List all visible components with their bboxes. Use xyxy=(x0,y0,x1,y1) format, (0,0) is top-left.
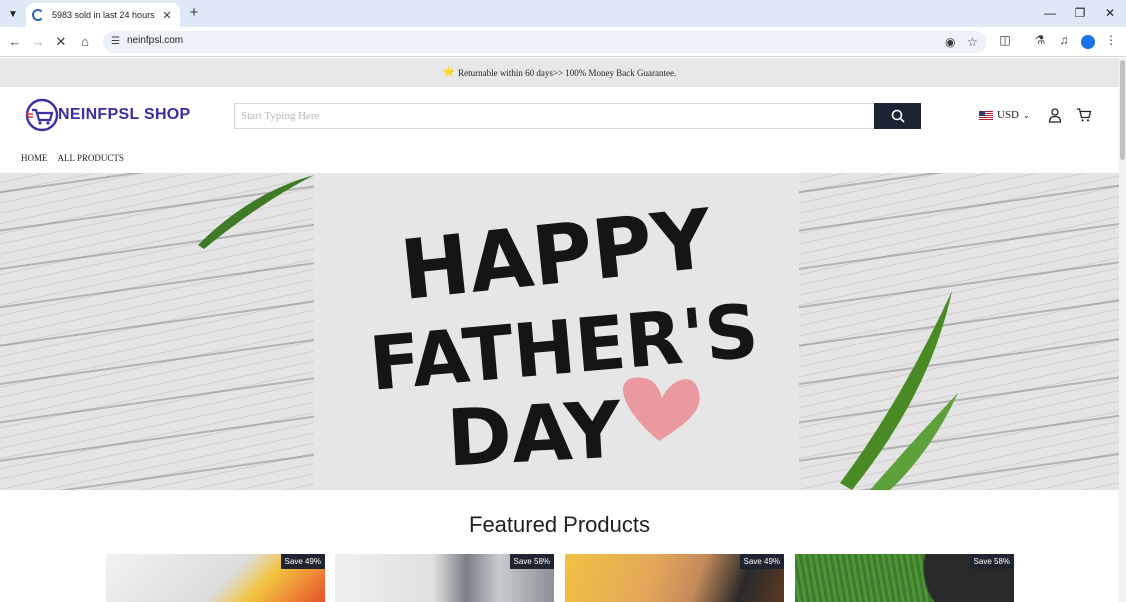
loading-icon xyxy=(32,9,44,21)
extensions-icon[interactable]: ◫ xyxy=(996,33,1014,47)
us-flag-icon xyxy=(979,110,993,120)
cart-icon[interactable] xyxy=(1076,107,1092,123)
heart-icon xyxy=(623,377,700,441)
search-button[interactable] xyxy=(874,103,921,129)
window-close-icon[interactable]: ✕ xyxy=(1100,4,1120,22)
chevron-down-icon: ⌄ xyxy=(1023,110,1030,120)
logo[interactable]: NEINFPSL SHOP xyxy=(24,97,191,133)
forward-icon[interactable]: → xyxy=(29,33,47,51)
url-text: neinfpsl.com xyxy=(127,35,184,46)
search-box xyxy=(234,103,875,129)
product-card[interactable]: Save 58% xyxy=(795,554,1014,602)
profile-avatar[interactable] xyxy=(1081,35,1095,49)
hero-banner[interactable]: HAPPY FATHER'S DAY xyxy=(0,173,1119,490)
announcement-text: Returnable within 60 days>> 100% Money B… xyxy=(458,67,677,78)
star-icon: ⭐ xyxy=(442,67,456,78)
site-info-icon[interactable]: ☰ xyxy=(111,36,120,47)
browser-tab[interactable]: 5983 sold in last 24 hours ✕ xyxy=(26,3,180,27)
scrollbar-thumb[interactable] xyxy=(1120,60,1125,160)
tab-search-icon[interactable]: ▼ xyxy=(4,5,22,23)
labs-icon[interactable]: ⚗ xyxy=(1031,33,1049,47)
browser-tab-strip: ▼ 5983 sold in last 24 hours ✕ + — ❐ ✕ xyxy=(0,0,1126,27)
back-icon[interactable]: ← xyxy=(6,33,24,51)
account-icon[interactable] xyxy=(1047,107,1063,123)
main-nav: HOME ALL PRODUCTS xyxy=(21,153,124,163)
restore-icon[interactable]: ❐ xyxy=(1070,4,1090,22)
minimize-icon[interactable]: — xyxy=(1040,4,1060,22)
home-icon[interactable]: ⌂ xyxy=(76,33,94,51)
save-badge: Save 58% xyxy=(969,554,1014,569)
announcement-bar: ⭐ Returnable within 60 days>> 100% Money… xyxy=(0,58,1119,87)
eye-off-icon[interactable]: ◉ xyxy=(945,35,955,49)
media-controls-icon[interactable]: ♫ xyxy=(1055,33,1073,47)
currency-label: USD xyxy=(997,109,1020,121)
hero-message-panel: HAPPY FATHER'S DAY xyxy=(314,173,799,490)
new-tab-icon[interactable]: + xyxy=(186,5,202,21)
save-badge: Save 58% xyxy=(509,554,554,569)
nav-all-products[interactable]: ALL PRODUCTS xyxy=(58,153,124,163)
featured-products-title: Featured Products xyxy=(469,512,650,537)
close-tab-icon[interactable]: ✕ xyxy=(160,9,174,22)
search-input[interactable] xyxy=(235,104,875,128)
currency-selector[interactable]: USD ⌄ xyxy=(979,109,1030,121)
tab-title: 5983 sold in last 24 hours xyxy=(52,10,155,20)
search-icon xyxy=(891,109,905,123)
hero-line-3: DAY xyxy=(445,385,625,484)
scrollbar[interactable] xyxy=(1119,58,1126,602)
bookmark-star-icon[interactable]: ☆ xyxy=(967,35,978,49)
more-menu-icon[interactable]: ⋮ xyxy=(1102,33,1120,47)
product-card[interactable]: Save 49% xyxy=(565,554,784,602)
logo-cart-icon xyxy=(25,98,59,132)
hero-message-art: HAPPY FATHER'S DAY xyxy=(366,192,761,485)
site-header: NEINFPSL SHOP USD ⌄ HOME ALL PRODUCTS xyxy=(0,87,1119,173)
save-badge: Save 49% xyxy=(739,554,784,569)
browser-toolbar: ← → ✕ ⌂ ☰ neinfpsl.com ◉ ☆ ◫ ⚗ ♫ ⋮ xyxy=(0,27,1126,57)
leaf-left xyxy=(198,175,314,249)
logo-text: NEINFPSL SHOP xyxy=(58,106,191,123)
product-card[interactable]: Save 49% xyxy=(106,554,325,602)
stop-loading-icon[interactable]: ✕ xyxy=(52,33,70,51)
product-card[interactable]: Save 58% xyxy=(335,554,554,602)
save-badge: Save 49% xyxy=(280,554,325,569)
leaf-right xyxy=(840,291,958,490)
address-bar[interactable]: ☰ neinfpsl.com ◉ ☆ xyxy=(103,31,987,53)
nav-home[interactable]: HOME xyxy=(21,153,48,163)
